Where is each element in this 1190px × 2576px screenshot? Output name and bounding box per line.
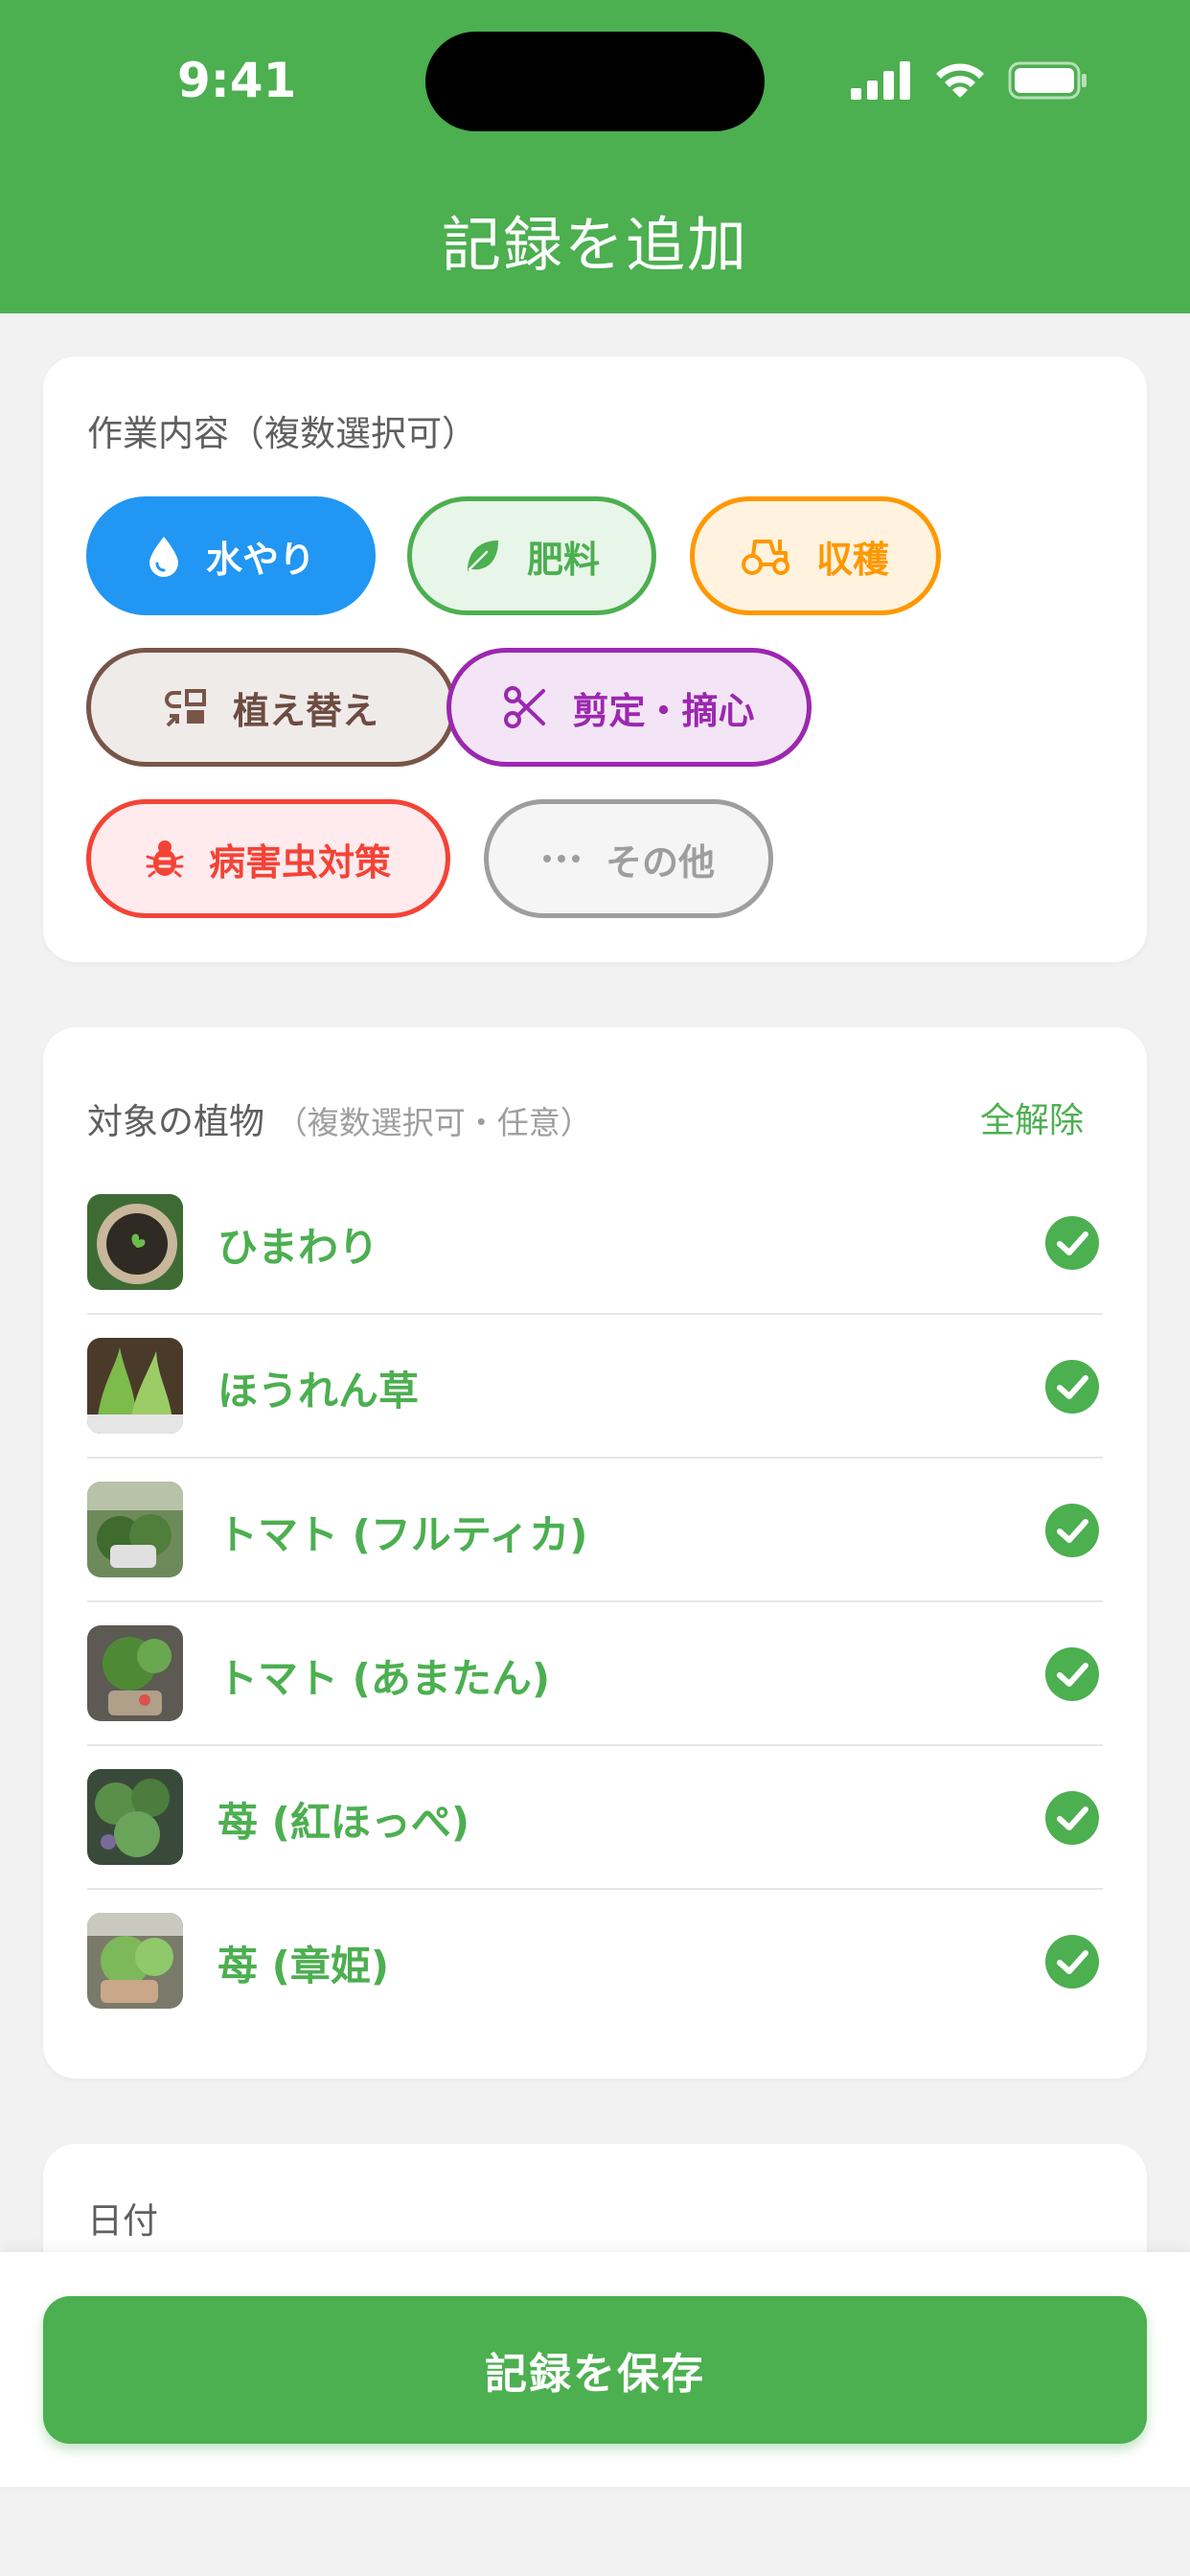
plants-card: 対象の植物 （複数選択可・任意） 全解除 ひまわり ほうれん草 トマト (フルテ… [43, 1027, 1147, 2079]
status-time: 9:41 [177, 53, 297, 108]
chip-watering[interactable]: 水やり [86, 496, 376, 615]
plant-thumbnail [87, 1625, 183, 1721]
wifi-icon [936, 63, 984, 98]
tractor-icon [741, 540, 790, 575]
plant-row-strawberry-akihime[interactable]: 苺 (章姫) [87, 1890, 1103, 2034]
plant-thumbnail [87, 1482, 183, 1577]
chip-repot[interactable]: 植え替え [86, 648, 456, 767]
battery-icon [1008, 61, 1087, 100]
chip-other[interactable]: その他 [484, 799, 773, 918]
chip-label: その他 [605, 840, 715, 884]
more-icon [542, 855, 580, 862]
leaf-icon [467, 540, 498, 571]
header-bar: 9:41 記録を追加 [0, 0, 1190, 313]
bug-icon [146, 840, 184, 878]
status-icons [851, 59, 1088, 102]
task-section-label: 作業内容（複数選択可） [87, 413, 477, 454]
chip-label: 植え替え [232, 689, 378, 732]
chip-fertilizer[interactable]: 肥料 [407, 496, 656, 615]
chip-label: 肥料 [526, 538, 600, 581]
plant-row-himawari[interactable]: ひまわり [87, 1171, 1103, 1315]
scissors-icon [504, 686, 546, 728]
plant-thumbnail [87, 1769, 183, 1865]
check-icon[interactable] [1045, 1216, 1099, 1270]
plant-name: ひまわり [217, 1224, 379, 1271]
chip-label: 剪定・摘心 [572, 689, 755, 732]
plants-hint: （複数選択可・任意） [275, 1104, 592, 1141]
plant-thumbnail [87, 1194, 183, 1290]
plant-name: 苺 (章姫) [217, 1943, 390, 1990]
plant-thumbnail [87, 1913, 183, 2009]
save-record-button[interactable]: 記録を保存 [43, 2296, 1147, 2444]
page-title: 記録を追加 [441, 210, 748, 280]
repot-icon [165, 689, 206, 727]
plant-name: 苺 (紅ほっぺ) [217, 1799, 470, 1846]
chip-label: 水やり [205, 538, 315, 581]
check-icon[interactable] [1045, 1504, 1099, 1557]
bottom-bar: 記録を保存 [0, 2252, 1190, 2487]
plants-title: 対象の植物 [87, 1101, 264, 1142]
check-icon[interactable] [1045, 1360, 1099, 1414]
plant-row-tomato-fruitica[interactable]: トマト (フルティカ) [87, 1459, 1103, 1602]
dynamic-island [425, 32, 765, 131]
plant-row-tomato-amatan[interactable]: トマト (あまたん) [87, 1602, 1103, 1746]
plant-row-strawberry-beni-hoppe[interactable]: 苺 (紅ほっぺ) [87, 1746, 1103, 1890]
signal-icon [851, 61, 910, 100]
task-card: 作業内容（複数選択可） 水やり 肥料 収穫 植え替え 剪定・摘心 病害虫対策 そ… [43, 356, 1147, 962]
chip-label: 病害虫対策 [208, 840, 391, 884]
plant-name: ほうれん草 [217, 1368, 420, 1414]
chip-pest-control[interactable]: 病害虫対策 [86, 799, 450, 918]
check-icon[interactable] [1045, 1791, 1099, 1845]
clear-all-button[interactable]: 全解除 [980, 1092, 1084, 1142]
plant-thumbnail [87, 1338, 183, 1434]
plants-section-label: 対象の植物 （複数選択可・任意） [87, 1092, 592, 1144]
chip-label: 収穫 [815, 538, 889, 581]
check-icon[interactable] [1045, 1647, 1099, 1701]
chip-harvest[interactable]: 収穫 [690, 496, 941, 615]
plant-row-spinach[interactable]: ほうれん草 [87, 1315, 1103, 1459]
plant-name: トマト (あまたん) [217, 1655, 551, 1702]
water-drop-icon [149, 537, 178, 577]
date-section-label: 日付 [87, 2200, 158, 2242]
check-icon[interactable] [1045, 1935, 1099, 1989]
chip-pruning[interactable]: 剪定・摘心 [446, 648, 812, 767]
plant-name: トマト (フルティカ) [217, 1511, 588, 1558]
